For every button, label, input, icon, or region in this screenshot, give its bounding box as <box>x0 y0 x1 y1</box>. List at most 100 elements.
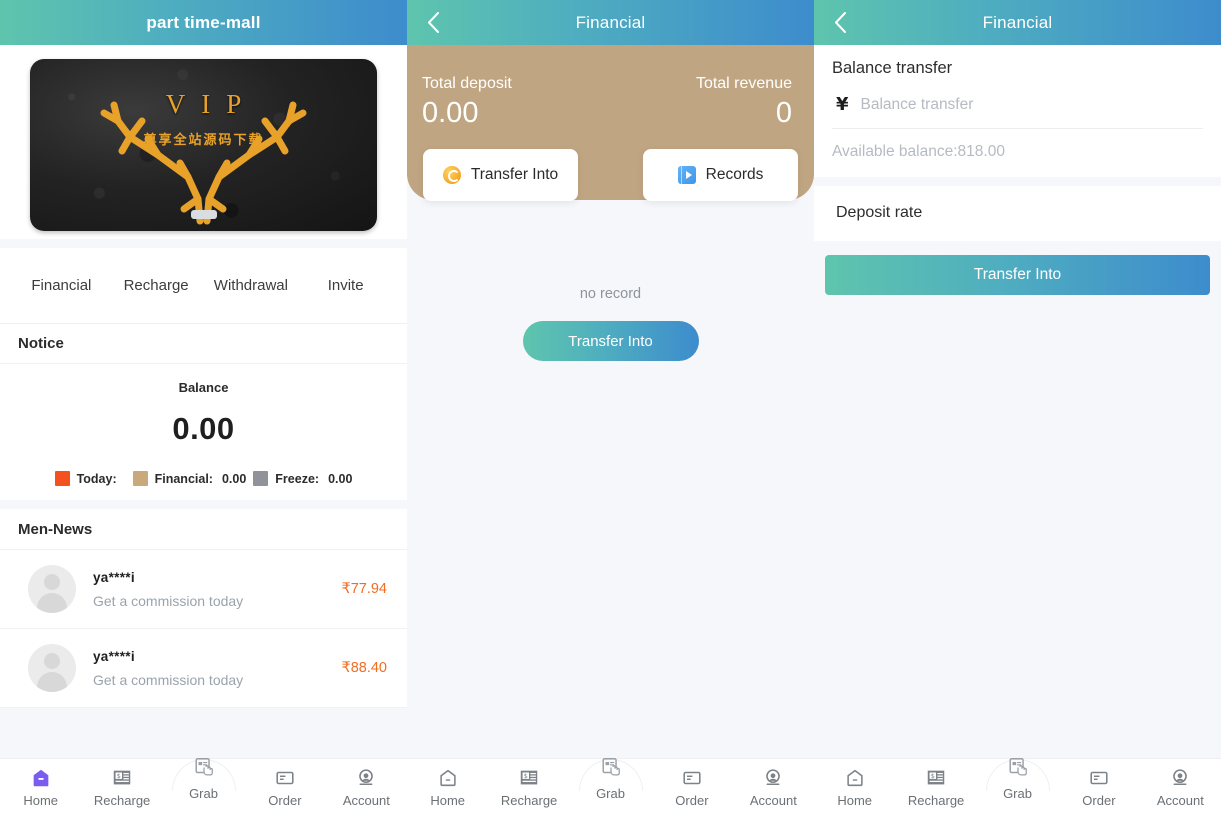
receipt-icon: $ <box>113 770 131 784</box>
tab-order[interactable]: Order <box>651 759 732 815</box>
tab-account[interactable]: Account <box>1140 759 1221 815</box>
page-title: Financial <box>982 12 1053 32</box>
quicknav-withdrawal[interactable]: Withdrawal <box>204 277 299 294</box>
tab-label-recharge: Recharge <box>500 792 558 808</box>
svg-text:$: $ <box>117 772 121 780</box>
tab-order[interactable]: Order <box>1058 759 1139 815</box>
balance-transfer-input[interactable] <box>860 95 1203 114</box>
tab-label-grab: Grab <box>1003 785 1032 801</box>
news-list-item[interactable]: ya****i Get a commission today ₹88.40 <box>0 629 407 708</box>
quicknav-invite[interactable]: Invite <box>298 277 393 294</box>
stat-total-revenue: Total revenue 0 <box>696 75 792 130</box>
left-panel-home: part time-mall VIP 尊享全站源码下载 Financial Re… <box>0 0 407 815</box>
quick-nav: Financial Recharge Withdrawal Invite <box>0 248 407 324</box>
legend-swatch-today <box>54 471 70 486</box>
tab-recharge[interactable]: $ Recharge <box>895 759 976 815</box>
balance-card: Balance 0.00 Today: Financial: 0.00 Free… <box>0 364 407 500</box>
back-chevron-icon[interactable] <box>423 12 443 33</box>
tab-order[interactable]: Order <box>244 759 325 815</box>
available-balance-text: Available balance:818.00 <box>832 143 1005 160</box>
legend-today: Today: <box>54 471 126 486</box>
legend-financial: Financial: 0.00 <box>132 471 246 486</box>
stat-label-deposit: Total deposit <box>422 75 512 92</box>
divider <box>0 239 407 248</box>
tab-grab[interactable]: Grab <box>977 757 1058 815</box>
home-icon <box>440 769 456 786</box>
bottom-tabbar: Home $ Recharge Grab Order Account <box>0 757 407 815</box>
home-icon <box>847 769 863 786</box>
action-card-row: Transfer Into Records <box>407 149 814 201</box>
account-person-icon <box>359 768 374 785</box>
news-desc: Get a commission today <box>93 671 244 688</box>
vip-banner-section: VIP 尊享全站源码下载 <box>0 45 407 239</box>
stat-value-revenue: 0 <box>775 97 792 129</box>
deposit-rate-label: Deposit rate <box>836 204 923 221</box>
news-title: Men-News <box>18 520 93 538</box>
news-user: ya****i <box>93 648 135 664</box>
tab-recharge[interactable]: $ Recharge <box>81 759 162 815</box>
transfer-into-label: Transfer Into <box>470 166 559 183</box>
balance-amount: 0.00 <box>172 411 235 446</box>
receipt-icon: $ <box>520 770 538 784</box>
deposit-rate-row[interactable]: Deposit rate <box>814 186 1221 241</box>
divider-2 <box>0 500 407 509</box>
tab-grab[interactable]: Grab <box>570 757 651 815</box>
transfer-into-card[interactable]: Transfer Into <box>423 149 578 201</box>
vip-banner-image[interactable]: VIP 尊享全站源码下载 <box>30 59 377 231</box>
balance-transfer-form: Balance transfer ¥ Available balance:818… <box>814 45 1221 177</box>
page-title: Financial <box>575 12 646 32</box>
tab-recharge[interactable]: $ Recharge <box>488 759 569 815</box>
records-card[interactable]: Records <box>643 149 798 201</box>
yen-icon: ¥ <box>836 94 849 115</box>
quicknav-recharge[interactable]: Recharge <box>109 277 204 294</box>
account-person-icon <box>766 768 781 785</box>
notice-title: Notice <box>18 335 64 352</box>
avatar <box>28 644 76 692</box>
transfer-into-button[interactable]: Transfer Into <box>522 321 699 361</box>
back-chevron-icon[interactable] <box>830 12 850 33</box>
tab-home[interactable]: Home <box>407 759 488 815</box>
quicknav-financial[interactable]: Financial <box>14 277 109 294</box>
tab-home[interactable]: Home <box>814 759 895 815</box>
stat-label-revenue: Total revenue <box>695 75 792 92</box>
empty-state-text: no record <box>579 286 642 302</box>
amount-input-row: ¥ <box>832 78 1203 129</box>
financial-stats: Total deposit 0.00 Total revenue 0 <box>407 45 814 130</box>
news-user: ya****i <box>93 569 135 585</box>
tab-label-account: Account <box>749 792 797 808</box>
records-book-icon <box>677 166 696 184</box>
notice-header: Notice <box>0 324 407 364</box>
news-amount: ₹88.40 <box>341 660 387 676</box>
middle-panel-financial: Financial Total deposit 0.00 Total reven… <box>407 0 814 815</box>
tab-label-order: Order <box>268 792 302 808</box>
transfer-into-button[interactable]: Transfer Into <box>825 255 1210 295</box>
receipt-icon: $ <box>927 770 945 784</box>
balance-label: Balance <box>178 380 229 395</box>
avatar <box>28 565 76 613</box>
grab-hand-icon <box>1008 757 1027 776</box>
svg-text:$: $ <box>931 772 935 780</box>
tab-label-home: Home <box>430 792 466 808</box>
tab-label-recharge: Recharge <box>907 792 965 808</box>
right-panel-transfer: Financial Balance transfer ¥ Available b… <box>814 0 1221 815</box>
news-desc: Get a commission today <box>93 592 244 609</box>
bottom-tabbar: Home $ Recharge Grab Order Account <box>407 757 814 815</box>
grab-hand-icon <box>194 757 213 776</box>
tab-label-order: Order <box>675 792 709 808</box>
order-doc-icon <box>1090 771 1108 784</box>
stat-total-deposit: Total deposit 0.00 <box>422 75 512 130</box>
bottom-tabbar: Home $ Recharge Grab Order Account <box>814 757 1221 815</box>
news-list-item[interactable]: ya****i Get a commission today ₹77.94 <box>0 550 407 629</box>
vip-subtext: 尊享全站源码下载 <box>143 133 264 148</box>
news-header: Men-News <box>0 509 407 550</box>
balance-legend: Today: Financial: 0.00 Freeze: 0.00 <box>0 471 407 486</box>
legend-freeze: Freeze: 0.00 <box>253 471 352 486</box>
tab-account[interactable]: Account <box>733 759 814 815</box>
tab-account[interactable]: Account <box>326 759 407 815</box>
records-label: Records <box>705 166 764 183</box>
tab-grab[interactable]: Grab <box>163 757 244 815</box>
legend-swatch-freeze <box>253 471 269 486</box>
tab-home[interactable]: Home <box>0 759 81 815</box>
order-doc-icon <box>683 771 701 784</box>
form-title: Balance transfer <box>832 59 953 77</box>
